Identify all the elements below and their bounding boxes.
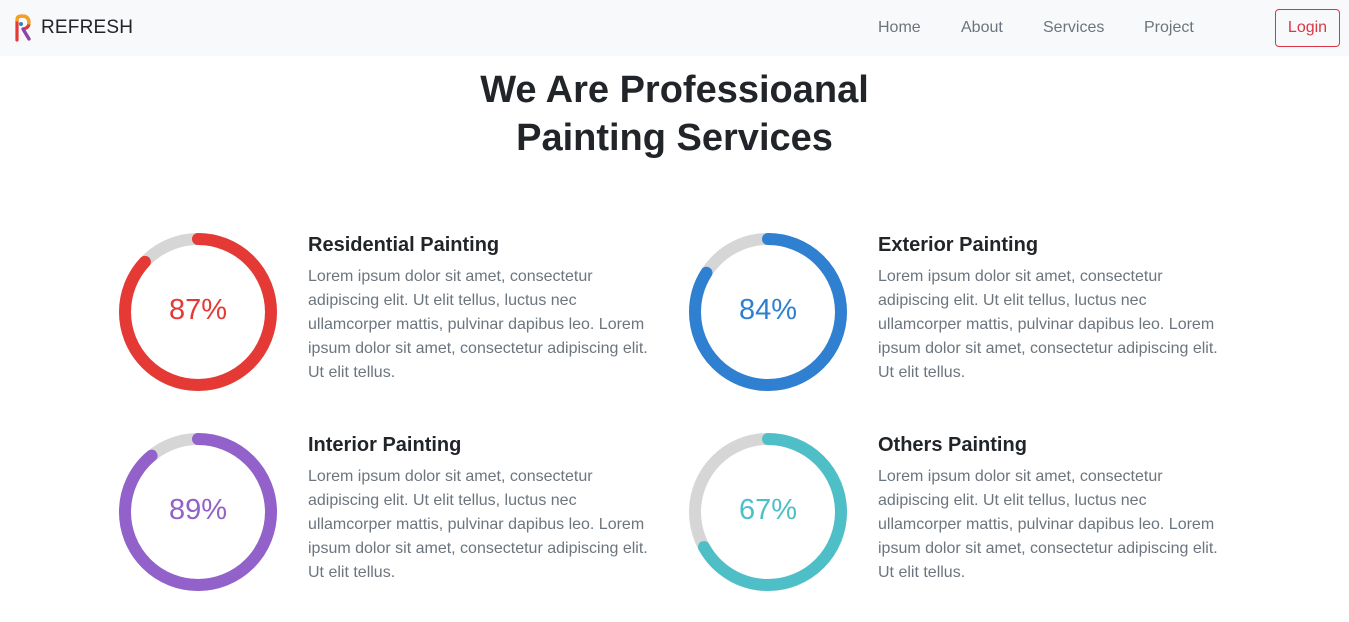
navbar: REFRESH Home About Services Project Logi…	[0, 0, 1349, 56]
page-title-line-2: Painting Services	[516, 117, 833, 159]
login-button[interactable]: Login	[1275, 9, 1340, 47]
page-title-line-1: We Are Professioanal	[480, 69, 869, 111]
service-title: Others Painting	[878, 434, 1027, 456]
service-title: Residential Painting	[308, 234, 500, 256]
progress-percent: 89%	[168, 494, 228, 526]
progress-ring: 67%	[688, 432, 848, 592]
brand-name: REFRESH	[41, 17, 134, 38]
progress-percent: 67%	[738, 494, 798, 526]
progress-ring: 87%	[118, 232, 278, 392]
nav-link-services[interactable]: Services	[1043, 19, 1104, 37]
nav-link-project[interactable]: Project	[1144, 19, 1194, 37]
service-description: Lorem ipsum dolor sit amet, consectetur …	[308, 468, 648, 581]
progress-ring: 89%	[118, 432, 278, 592]
progress-percent: 84%	[738, 294, 798, 326]
progress-percent: 87%	[168, 294, 228, 326]
service-title: Interior Painting	[308, 434, 462, 456]
service-card-interior: 89% Interior Painting Lorem ipsum dolor …	[118, 432, 678, 602]
service-title: Exterior Painting	[878, 234, 1039, 256]
service-card-exterior: 84% Exterior Painting Lorem ipsum dolor …	[688, 232, 1248, 402]
service-description: Lorem ipsum dolor sit amet, consectetur …	[878, 468, 1218, 581]
nav-link-about[interactable]: About	[961, 19, 1003, 37]
service-description: Lorem ipsum dolor sit amet, consectetur …	[878, 268, 1218, 381]
service-card-others: 67% Others Painting Lorem ipsum dolor si…	[688, 432, 1248, 602]
nav-link-home[interactable]: Home	[878, 19, 921, 37]
service-description: Lorem ipsum dolor sit amet, consectetur …	[308, 268, 648, 381]
brand[interactable]: REFRESH	[12, 14, 133, 42]
progress-ring: 84%	[688, 232, 848, 392]
page-title: We Are Professioanal Painting Services	[0, 66, 1349, 162]
refresh-logo-icon	[15, 14, 31, 42]
service-card-residential: 87% Residential Painting Lorem ipsum dol…	[118, 232, 678, 402]
